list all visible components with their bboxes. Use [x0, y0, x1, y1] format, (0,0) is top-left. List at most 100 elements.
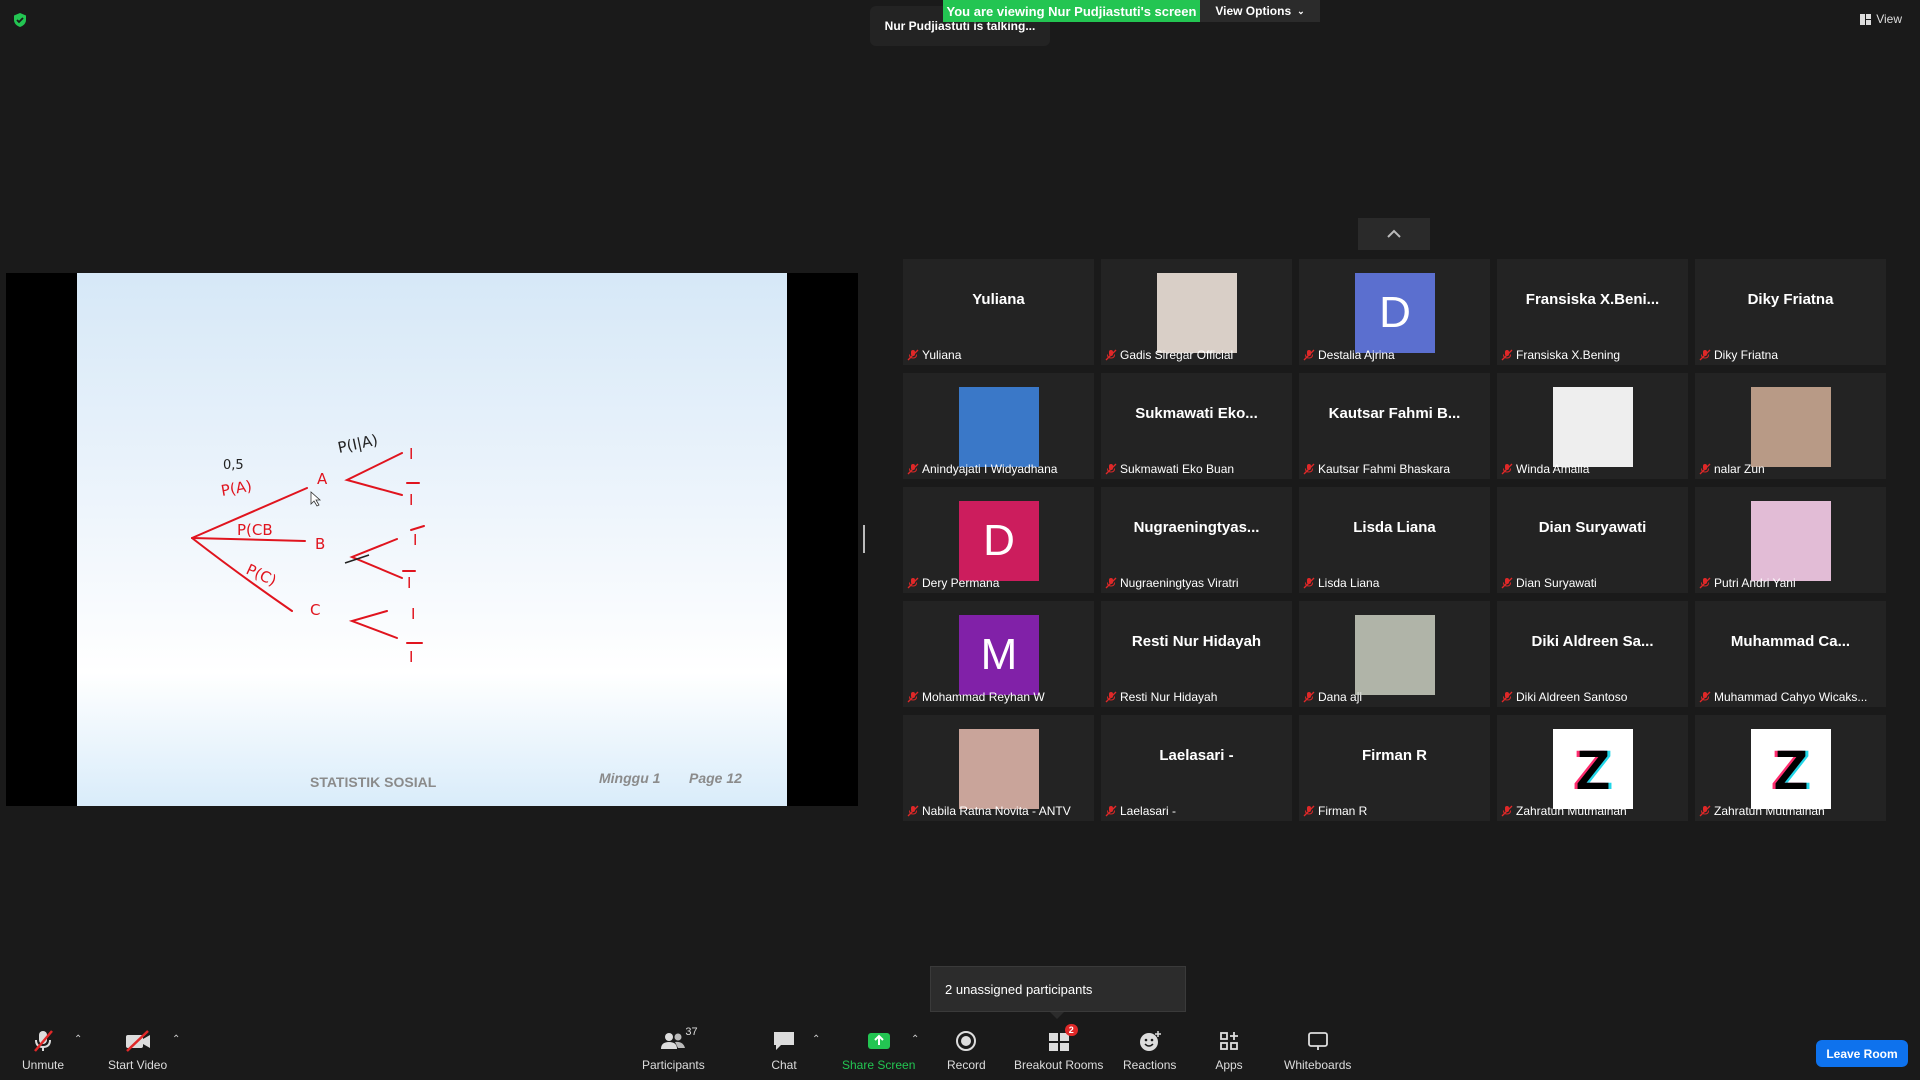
viewing-screen-label: You are viewing Nur Pudjiastuti's screen	[946, 3, 1197, 19]
avatar-photo	[1751, 387, 1831, 467]
audio-options-caret[interactable]: ⌃	[74, 1034, 82, 1045]
participant-tile[interactable]: M Mohammad Reyhan W	[903, 601, 1094, 707]
participant-name: Nabila Ratna Novita - ANTV	[922, 804, 1071, 818]
label-pia: P(I|A)	[336, 431, 379, 457]
avatar-photo	[1355, 615, 1435, 695]
meeting-toolbar: Unmute ⌃ Start Video ⌃ 37 Participants C…	[0, 1020, 1920, 1080]
microphone-muted-icon	[1501, 577, 1513, 589]
avatar-initial: D	[1355, 273, 1435, 353]
participant-tile[interactable]: Diki Aldreen Sa... Diki Aldreen Santoso	[1497, 601, 1688, 707]
unassigned-participants-popup[interactable]: 2 unassigned participants	[930, 966, 1186, 1012]
participant-tile[interactable]: Z Zahratun Mutmainah	[1497, 715, 1688, 821]
microphone-muted-icon	[907, 577, 919, 589]
participant-name: Diky Friatna	[1714, 348, 1779, 362]
popup-pointer	[1050, 1012, 1064, 1019]
participant-name-label: Dery Permana	[907, 576, 1090, 590]
microphone-muted-icon	[1105, 577, 1117, 589]
microphone-muted-icon	[1105, 691, 1117, 703]
split-divider-handle[interactable]	[863, 525, 865, 553]
participant-tile[interactable]: D Dery Permana	[903, 487, 1094, 593]
microphone-muted-icon	[1699, 691, 1711, 703]
video-options-caret[interactable]: ⌃	[172, 1034, 180, 1045]
microphone-muted-icon	[907, 691, 919, 703]
reactions-button[interactable]: Reactions	[1123, 1028, 1176, 1078]
participant-tile[interactable]: Firman R Firman R	[1299, 715, 1490, 821]
view-options-button[interactable]: View Options ⌄	[1200, 0, 1320, 22]
leave-room-button[interactable]: Leave Room	[1816, 1040, 1908, 1067]
presentation-slide: P(A) P(CB P(C) A B C I I I I I I P(I|A) …	[77, 273, 787, 806]
participant-tile[interactable]: D Destalia Ajrina	[1299, 259, 1490, 365]
participant-tile[interactable]: Muhammad Ca... Muhammad Cahyo Wicaks...	[1695, 601, 1886, 707]
participant-name: Mohammad Reyhan W	[922, 690, 1045, 704]
start-video-button[interactable]: Start Video	[108, 1028, 167, 1078]
participant-tile[interactable]: Resti Nur Hidayah Resti Nur Hidayah	[1101, 601, 1292, 707]
participant-name: Dian Suryawati	[1516, 576, 1597, 590]
view-button[interactable]: View	[1860, 12, 1902, 26]
participant-tile[interactable]: Kautsar Fahmi B... Kautsar Fahmi Bhaskara	[1299, 373, 1490, 479]
participant-name: Sukmawati Eko Buan	[1120, 462, 1235, 476]
participants-button[interactable]: 37 Participants	[642, 1026, 705, 1078]
avatar-photo	[959, 387, 1039, 467]
chat-options-caret[interactable]: ⌃	[812, 1034, 820, 1045]
share-options-caret[interactable]: ⌃	[911, 1034, 919, 1045]
record-icon	[956, 1031, 977, 1051]
microphone-muted-icon	[1105, 805, 1117, 817]
participant-name-label: Kautsar Fahmi Bhaskara	[1303, 462, 1486, 476]
microphone-muted-icon	[1699, 349, 1711, 361]
participant-name-label: Winda Amalia	[1501, 462, 1684, 476]
participant-display-name: Resti Nur Hidayah	[1131, 633, 1262, 650]
avatar-photo	[1157, 273, 1237, 353]
participant-name-label: Diky Friatna	[1699, 348, 1882, 362]
unmute-button[interactable]: Unmute	[22, 1028, 64, 1078]
participant-name: Zahratun Mutmainah	[1516, 804, 1627, 818]
gallery-page-up-button[interactable]	[1358, 218, 1430, 250]
leaf-i: I	[409, 445, 413, 463]
breakout-rooms-button[interactable]: 2 Breakout Rooms	[1014, 1024, 1103, 1078]
view-options-label: View Options	[1215, 4, 1292, 18]
participant-tile[interactable]: Dana aji	[1299, 601, 1490, 707]
participant-name: Winda Amalia	[1516, 462, 1590, 476]
participant-tile[interactable]: Winda Amalia	[1497, 373, 1688, 479]
participant-tile[interactable]: Z Zahratun Mutmainah	[1695, 715, 1886, 821]
apps-button[interactable]: Apps	[1215, 1028, 1243, 1078]
participant-tile[interactable]: Anindyajati I Widyadhana	[903, 373, 1094, 479]
microphone-muted-icon	[1303, 577, 1315, 589]
leaf-i: I	[413, 531, 417, 549]
participant-tile[interactable]: Laelasari - Laelasari -	[1101, 715, 1292, 821]
avatar-initial: D	[959, 501, 1039, 581]
participant-tile[interactable]: Putri Andri Yani	[1695, 487, 1886, 593]
participant-tile[interactable]: Lisda Liana Lisda Liana	[1299, 487, 1490, 593]
video-camera-off-icon	[125, 1030, 150, 1052]
label-ob: 0,5	[223, 458, 244, 473]
whiteboards-label: Whiteboards	[1284, 1058, 1352, 1072]
microphone-muted-icon	[1105, 463, 1117, 475]
share-screen-button[interactable]: Share Screen	[842, 1028, 915, 1078]
security-shield-icon[interactable]	[12, 12, 28, 28]
participant-tile[interactable]: Sukmawati Eko... Sukmawati Eko Buan	[1101, 373, 1292, 479]
participant-tile[interactable]: Nabila Ratna Novita - ANTV	[903, 715, 1094, 821]
participant-name-label: Yuliana	[907, 348, 1090, 362]
leave-room-label: Leave Room	[1826, 1046, 1898, 1061]
participant-tile[interactable]: Dian Suryawati Dian Suryawati	[1497, 487, 1688, 593]
participant-tile[interactable]: Diky Friatna Diky Friatna	[1695, 259, 1886, 365]
chat-button[interactable]: Chat	[770, 1028, 798, 1078]
leaf-i: I	[409, 491, 413, 509]
leaf-i: I	[407, 574, 411, 592]
record-label: Record	[947, 1058, 986, 1072]
tree-branch	[348, 610, 398, 639]
participant-name: Anindyajati I Widyadhana	[922, 462, 1058, 476]
participant-display-name: Diky Friatna	[1747, 291, 1834, 308]
mouse-cursor-icon	[310, 491, 322, 507]
participant-name-label: Putri Andri Yani	[1699, 576, 1882, 590]
participant-tile[interactable]: Nugraeningtyas... Nugraeningtyas Viratri	[1101, 487, 1292, 593]
participant-name-label: Laelasari -	[1105, 804, 1288, 818]
microphone-muted-icon	[1501, 463, 1513, 475]
participant-name-label: Nugraeningtyas Viratri	[1105, 576, 1288, 590]
participant-tile[interactable]: Yuliana Yuliana	[903, 259, 1094, 365]
whiteboards-button[interactable]: Whiteboards	[1284, 1028, 1351, 1078]
participant-tile[interactable]: Gadis Siregar Official	[1101, 259, 1292, 365]
participants-count: 37	[685, 1026, 698, 1038]
record-button[interactable]: Record	[947, 1028, 986, 1078]
participant-tile[interactable]: nalar Zun	[1695, 373, 1886, 479]
participant-tile[interactable]: Fransiska X.Beni... Fransiska X.Bening	[1497, 259, 1688, 365]
